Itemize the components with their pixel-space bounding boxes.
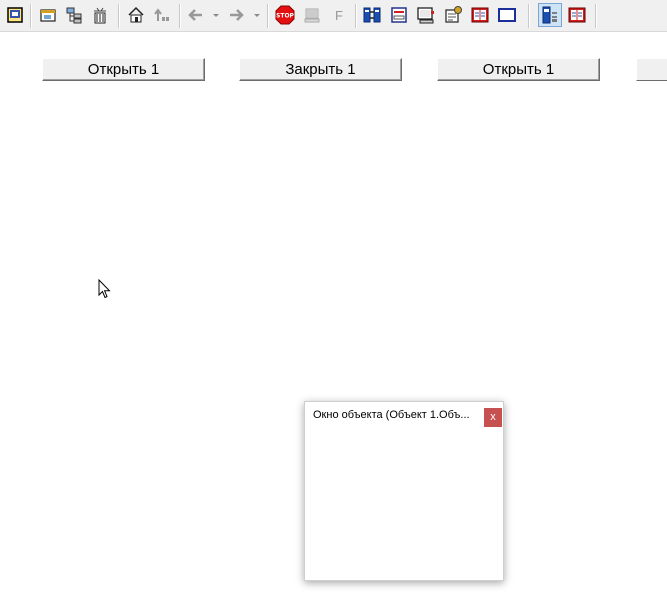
form-icon[interactable]	[389, 5, 409, 25]
book-mode-icon[interactable]	[567, 5, 587, 25]
toolbar-separator	[355, 4, 357, 28]
config-icon[interactable]	[538, 3, 562, 27]
open-1-button-2[interactable]: Открыть 1	[437, 58, 600, 81]
svg-text:STOP: STOP	[276, 13, 295, 20]
properties-icon[interactable]	[5, 5, 25, 25]
partial-button[interactable]	[636, 58, 667, 81]
forward-dropdown-icon[interactable]	[254, 14, 260, 17]
back-dropdown-icon[interactable]	[213, 14, 219, 17]
mouse-cursor-icon	[98, 278, 112, 301]
trash-icon[interactable]	[90, 5, 110, 25]
toolbar: STOP F	[0, 0, 667, 32]
settings-icon[interactable]	[443, 5, 463, 25]
toolbar-separator	[118, 4, 120, 28]
home-icon[interactable]	[126, 5, 146, 25]
objects-icon[interactable]	[362, 5, 382, 25]
svg-text:F: F	[335, 8, 343, 23]
f-icon[interactable]: F	[329, 5, 349, 25]
frame-icon[interactable]	[497, 5, 517, 25]
close-icon[interactable]: x	[484, 408, 502, 427]
window-icon[interactable]	[38, 5, 58, 25]
toolbar-separator	[595, 4, 597, 28]
open-1-button[interactable]: Открыть 1	[42, 58, 205, 81]
tree-icon[interactable]	[64, 5, 84, 25]
monitor-icon[interactable]	[416, 5, 436, 25]
forward-arrow-icon[interactable]	[226, 5, 246, 25]
back-arrow-icon[interactable]	[186, 5, 206, 25]
book-icon[interactable]	[470, 5, 490, 25]
computer-icon[interactable]	[302, 5, 322, 25]
up-level-icon[interactable]	[152, 5, 172, 25]
object-window-title: Окно объекта (Объект 1.Объ...	[313, 409, 470, 421]
toolbar-separator	[179, 4, 181, 28]
toolbar-separator	[30, 4, 32, 28]
close-1-button[interactable]: Закрыть 1	[239, 58, 402, 81]
toolbar-separator	[528, 4, 530, 28]
stop-icon[interactable]: STOP	[275, 5, 295, 25]
toolbar-separator	[267, 4, 269, 28]
object-window[interactable]: Окно объекта (Объект 1.Объ... x	[304, 401, 504, 581]
